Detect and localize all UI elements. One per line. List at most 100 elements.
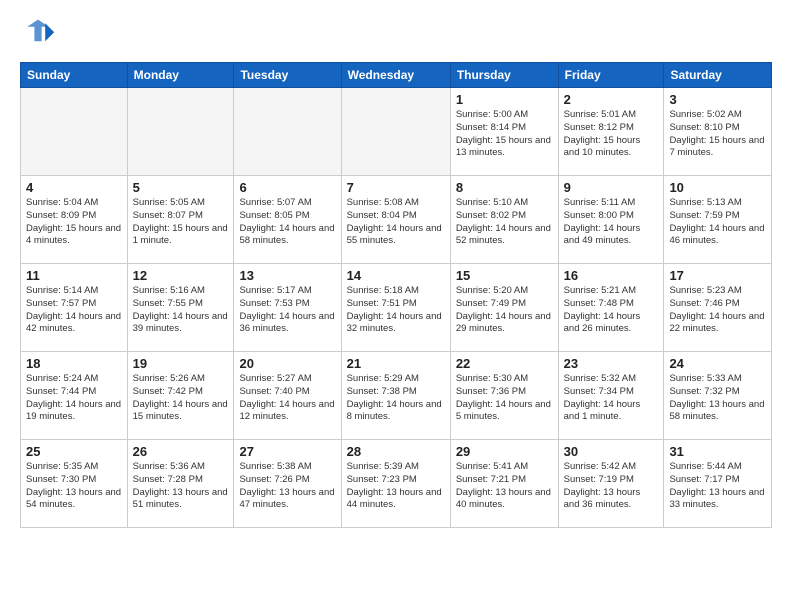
calendar-cell: 26 Sunrise: 5:36 AMSunset: 7:28 PMDayligh…: [127, 440, 234, 528]
day-info: Sunrise: 5:20 AMSunset: 7:49 PMDaylight:…: [456, 285, 553, 336]
day-number: 23: [564, 356, 659, 371]
calendar-cell: 1 Sunrise: 5:00 AMSunset: 8:14 PMDaylight…: [450, 88, 558, 176]
calendar-table: SundayMondayTuesdayWednesdayThursdayFrid…: [20, 62, 772, 528]
day-number: 21: [347, 356, 445, 371]
day-number: 28: [347, 444, 445, 459]
calendar-cell: 25 Sunrise: 5:35 AMSunset: 7:30 PMDayligh…: [21, 440, 128, 528]
col-header-tuesday: Tuesday: [234, 63, 341, 88]
week-row-1: 1 Sunrise: 5:00 AMSunset: 8:14 PMDaylight…: [21, 88, 772, 176]
calendar-cell: 8 Sunrise: 5:10 AMSunset: 8:02 PMDaylight…: [450, 176, 558, 264]
calendar-cell: 30 Sunrise: 5:42 AMSunset: 7:19 PMDayligh…: [558, 440, 664, 528]
day-info: Sunrise: 5:23 AMSunset: 7:46 PMDaylight:…: [669, 285, 766, 336]
day-info: Sunrise: 5:29 AMSunset: 7:38 PMDaylight:…: [347, 373, 445, 424]
day-number: 4: [26, 180, 122, 195]
calendar-cell: 27 Sunrise: 5:38 AMSunset: 7:26 PMDayligh…: [234, 440, 341, 528]
calendar-cell: 11 Sunrise: 5:14 AMSunset: 7:57 PMDayligh…: [21, 264, 128, 352]
day-number: 25: [26, 444, 122, 459]
day-number: 10: [669, 180, 766, 195]
day-number: 29: [456, 444, 553, 459]
calendar-cell: 20 Sunrise: 5:27 AMSunset: 7:40 PMDayligh…: [234, 352, 341, 440]
calendar-cell: [341, 88, 450, 176]
day-info: Sunrise: 5:36 AMSunset: 7:28 PMDaylight:…: [133, 461, 229, 512]
col-header-monday: Monday: [127, 63, 234, 88]
day-info: Sunrise: 5:02 AMSunset: 8:10 PMDaylight:…: [669, 109, 766, 160]
calendar-cell: 3 Sunrise: 5:02 AMSunset: 8:10 PMDaylight…: [664, 88, 772, 176]
header: [20, 16, 772, 52]
calendar-cell: 28Sunrise: 5:39 AMSunset: 7:23 PMDayligh…: [341, 440, 450, 528]
day-info: Sunrise: 5:11 AMSunset: 8:00 PMDaylight:…: [564, 197, 659, 248]
day-info: Sunrise: 5:30 AMSunset: 7:36 PMDaylight:…: [456, 373, 553, 424]
day-number: 14: [347, 268, 445, 283]
day-number: 19: [133, 356, 229, 371]
day-info: Sunrise: 5:33 AMSunset: 7:32 PMDaylight:…: [669, 373, 766, 424]
day-number: 18: [26, 356, 122, 371]
col-header-thursday: Thursday: [450, 63, 558, 88]
calendar-cell: 19 Sunrise: 5:26 AMSunset: 7:42 PMDayligh…: [127, 352, 234, 440]
day-info: Sunrise: 5:35 AMSunset: 7:30 PMDaylight:…: [26, 461, 122, 512]
day-info: Sunrise: 5:05 AMSunset: 8:07 PMDaylight:…: [133, 197, 229, 248]
logo-icon: [20, 16, 56, 52]
week-row-5: 25 Sunrise: 5:35 AMSunset: 7:30 PMDayligh…: [21, 440, 772, 528]
calendar-cell: 9Sunrise: 5:11 AMSunset: 8:00 PMDaylight…: [558, 176, 664, 264]
day-info: Sunrise: 5:16 AMSunset: 7:55 PMDaylight:…: [133, 285, 229, 336]
day-number: 27: [239, 444, 335, 459]
calendar-cell: [234, 88, 341, 176]
day-info: Sunrise: 5:13 AMSunset: 7:59 PMDaylight:…: [669, 197, 766, 248]
day-info: Sunrise: 5:17 AMSunset: 7:53 PMDaylight:…: [239, 285, 335, 336]
calendar-cell: [21, 88, 128, 176]
week-row-3: 11 Sunrise: 5:14 AMSunset: 7:57 PMDayligh…: [21, 264, 772, 352]
calendar-cell: 21 Sunrise: 5:29 AMSunset: 7:38 PMDayligh…: [341, 352, 450, 440]
calendar-cell: 5 Sunrise: 5:05 AMSunset: 8:07 PMDaylight…: [127, 176, 234, 264]
calendar-cell: 7 Sunrise: 5:08 AMSunset: 8:04 PMDaylight…: [341, 176, 450, 264]
calendar-cell: 31Sunrise: 5:44 AMSunset: 7:17 PMDayligh…: [664, 440, 772, 528]
calendar-cell: 4Sunrise: 5:04 AMSunset: 8:09 PMDaylight…: [21, 176, 128, 264]
calendar-cell: 6Sunrise: 5:07 AMSunset: 8:05 PMDaylight…: [234, 176, 341, 264]
day-number: 11: [26, 268, 122, 283]
calendar-cell: 29 Sunrise: 5:41 AMSunset: 7:21 PMDayligh…: [450, 440, 558, 528]
day-info: Sunrise: 5:21 AMSunset: 7:48 PMDaylight:…: [564, 285, 659, 336]
day-number: 30: [564, 444, 659, 459]
day-info: Sunrise: 5:00 AMSunset: 8:14 PMDaylight:…: [456, 109, 553, 160]
day-info: Sunrise: 5:32 AMSunset: 7:34 PMDaylight:…: [564, 373, 659, 424]
day-info: Sunrise: 5:14 AMSunset: 7:57 PMDaylight:…: [26, 285, 122, 336]
day-info: Sunrise: 5:10 AMSunset: 8:02 PMDaylight:…: [456, 197, 553, 248]
day-info: Sunrise: 5:26 AMSunset: 7:42 PMDaylight:…: [133, 373, 229, 424]
calendar-cell: 17Sunrise: 5:23 AMSunset: 7:46 PMDayligh…: [664, 264, 772, 352]
day-info: Sunrise: 5:38 AMSunset: 7:26 PMDaylight:…: [239, 461, 335, 512]
logo: [20, 16, 60, 52]
day-number: 15: [456, 268, 553, 283]
calendar-cell: 10 Sunrise: 5:13 AMSunset: 7:59 PMDayligh…: [664, 176, 772, 264]
calendar-header-row: SundayMondayTuesdayWednesdayThursdayFrid…: [21, 63, 772, 88]
day-info: Sunrise: 5:01 AMSunset: 8:12 PMDaylight:…: [564, 109, 659, 160]
day-number: 3: [669, 92, 766, 107]
calendar-cell: 2 Sunrise: 5:01 AMSunset: 8:12 PMDaylight…: [558, 88, 664, 176]
day-number: 20: [239, 356, 335, 371]
day-number: 1: [456, 92, 553, 107]
day-number: 2: [564, 92, 659, 107]
calendar-cell: 14Sunrise: 5:18 AMSunset: 7:51 PMDayligh…: [341, 264, 450, 352]
page: SundayMondayTuesdayWednesdayThursdayFrid…: [0, 0, 792, 544]
day-number: 13: [239, 268, 335, 283]
calendar-cell: 18Sunrise: 5:24 AMSunset: 7:44 PMDayligh…: [21, 352, 128, 440]
day-number: 5: [133, 180, 229, 195]
col-header-sunday: Sunday: [21, 63, 128, 88]
week-row-2: 4Sunrise: 5:04 AMSunset: 8:09 PMDaylight…: [21, 176, 772, 264]
calendar-cell: 12Sunrise: 5:16 AMSunset: 7:55 PMDayligh…: [127, 264, 234, 352]
calendar-cell: 13 Sunrise: 5:17 AMSunset: 7:53 PMDayligh…: [234, 264, 341, 352]
week-row-4: 18Sunrise: 5:24 AMSunset: 7:44 PMDayligh…: [21, 352, 772, 440]
col-header-wednesday: Wednesday: [341, 63, 450, 88]
col-header-friday: Friday: [558, 63, 664, 88]
day-number: 22: [456, 356, 553, 371]
day-info: Sunrise: 5:41 AMSunset: 7:21 PMDaylight:…: [456, 461, 553, 512]
day-number: 26: [133, 444, 229, 459]
day-info: Sunrise: 5:08 AMSunset: 8:04 PMDaylight:…: [347, 197, 445, 248]
day-number: 24: [669, 356, 766, 371]
day-number: 7: [347, 180, 445, 195]
day-number: 6: [239, 180, 335, 195]
calendar-cell: 23 Sunrise: 5:32 AMSunset: 7:34 PMDayligh…: [558, 352, 664, 440]
col-header-saturday: Saturday: [664, 63, 772, 88]
day-info: Sunrise: 5:42 AMSunset: 7:19 PMDaylight:…: [564, 461, 659, 512]
day-number: 8: [456, 180, 553, 195]
day-info: Sunrise: 5:27 AMSunset: 7:40 PMDaylight:…: [239, 373, 335, 424]
calendar-cell: 15 Sunrise: 5:20 AMSunset: 7:49 PMDayligh…: [450, 264, 558, 352]
